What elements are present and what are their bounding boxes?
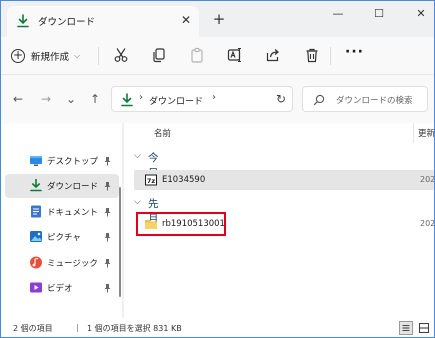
download-icon bbox=[17, 14, 29, 28]
selection-info: 1 個の項目を選択 831 KB bbox=[87, 324, 182, 333]
chevron-down-icon: ⌵ bbox=[74, 51, 81, 60]
minimize-button[interactable]: — bbox=[328, 5, 348, 23]
sidebar-item-label: ミュージック bbox=[47, 259, 98, 269]
navigation-bar: ← → ⌄ ↑ › ダウンロード › ↻ ダウンロードの検索 bbox=[1, 75, 434, 123]
sidebar-item-documents[interactable]: ドキュメント bbox=[5, 200, 119, 224]
video-icon bbox=[30, 282, 42, 293]
sidebar-item-label: ドキュメント bbox=[47, 208, 99, 218]
column-divider[interactable] bbox=[413, 123, 414, 143]
sidebar-item-downloads[interactable]: ダウンロード bbox=[5, 174, 119, 198]
sidebar-item-label: ビデオ bbox=[47, 284, 73, 294]
tab-close-button[interactable]: ✕ bbox=[179, 13, 193, 27]
sidebar-item-videos[interactable]: ビデオ bbox=[5, 276, 119, 300]
file-name: E1034590 bbox=[162, 175, 206, 185]
chevron-down-icon: ⌵ bbox=[134, 197, 141, 207]
address-bar[interactable]: › ダウンロード › ↻ bbox=[111, 86, 293, 112]
title-bar: ダウンロード ✕ + — ☐ ✕ bbox=[1, 1, 434, 37]
download-icon bbox=[30, 179, 42, 192]
navigation-pane: デスクトップ ダウンロード ドキュメント ピクチャ ミュージック ビデオ bbox=[1, 123, 127, 318]
new-button[interactable]: + 新規作成 ⌵ bbox=[11, 45, 80, 67]
sidebar-item-desktop[interactable]: デスクトップ bbox=[5, 149, 119, 173]
download-icon bbox=[121, 93, 133, 107]
rename-icon[interactable] bbox=[227, 47, 243, 63]
breadcrumb-separator[interactable]: › bbox=[212, 92, 216, 103]
command-bar: + 新規作成 ⌵ ··· bbox=[1, 37, 434, 75]
breadcrumb-downloads[interactable]: ダウンロード bbox=[149, 94, 203, 107]
pane-divider[interactable] bbox=[122, 123, 124, 318]
file-explorer-window: ダウンロード ✕ + — ☐ ✕ + 新規作成 ⌵ ··· ← → ⌄ ↑ › … bbox=[0, 0, 435, 338]
music-icon bbox=[30, 256, 42, 269]
pin-icon[interactable] bbox=[103, 283, 112, 293]
pin-icon[interactable] bbox=[103, 156, 112, 166]
sidebar-item-label: ダウンロード bbox=[47, 182, 99, 192]
forward-button[interactable]: → bbox=[39, 91, 53, 107]
file-date: 202 bbox=[420, 219, 435, 228]
pin-icon[interactable] bbox=[103, 207, 112, 217]
breadcrumb-separator[interactable]: › bbox=[139, 92, 143, 103]
highlight-annotation-box bbox=[136, 212, 226, 236]
pin-icon[interactable] bbox=[103, 258, 112, 268]
recent-locations-button[interactable]: ⌄ bbox=[64, 91, 78, 107]
paste-icon[interactable] bbox=[189, 47, 205, 63]
file-row[interactable]: 7z E1034590 202 bbox=[134, 170, 434, 190]
back-button[interactable]: ← bbox=[11, 91, 25, 107]
document-icon bbox=[31, 205, 41, 218]
search-box[interactable]: ダウンロードの検索 bbox=[302, 86, 428, 112]
thumbnail-view-icon[interactable] bbox=[417, 321, 431, 335]
picture-icon bbox=[30, 231, 42, 242]
search-placeholder: ダウンロードの検索 bbox=[336, 96, 413, 106]
sidebar-item-label: デスクトップ bbox=[47, 157, 99, 167]
search-icon bbox=[313, 94, 325, 106]
sidebar-item-label: ピクチャ bbox=[47, 233, 81, 243]
share-icon[interactable] bbox=[265, 47, 281, 63]
more-options-button[interactable]: ··· bbox=[345, 45, 363, 63]
7zip-icon: 7z bbox=[145, 174, 157, 186]
desktop-icon bbox=[30, 156, 42, 166]
column-header-name[interactable]: 名前 bbox=[154, 127, 171, 139]
status-divider: | bbox=[76, 323, 79, 332]
maximize-button[interactable]: ☐ bbox=[369, 5, 389, 23]
details-view-icon[interactable] bbox=[399, 321, 413, 335]
navigation-pane-scrollbar[interactable] bbox=[119, 187, 121, 297]
file-list: 名前 更新 ⌵ 今日 7z E1034590 202 ⌵ 先月 rb1910 bbox=[128, 123, 434, 318]
pin-icon[interactable] bbox=[103, 181, 112, 191]
status-bar: 2 個の項目 | 1 個の項目を選択 831 KB bbox=[1, 318, 434, 337]
file-date: 202 bbox=[420, 175, 435, 184]
chevron-down-icon: ⌵ bbox=[134, 151, 141, 161]
svg-text:7z: 7z bbox=[147, 177, 156, 185]
item-count: 2 個の項目 bbox=[13, 324, 53, 333]
cut-icon[interactable] bbox=[113, 47, 129, 63]
column-header-date[interactable]: 更新 bbox=[418, 127, 434, 139]
copy-icon[interactable] bbox=[151, 47, 167, 63]
sidebar-item-music[interactable]: ミュージック bbox=[5, 251, 119, 275]
sidebar-item-pictures[interactable]: ピクチャ bbox=[5, 225, 119, 249]
new-tab-button[interactable]: + bbox=[211, 11, 227, 27]
pin-icon[interactable] bbox=[103, 232, 112, 242]
delete-icon[interactable] bbox=[304, 47, 320, 63]
tab-label: ダウンロード bbox=[38, 17, 96, 28]
up-button[interactable]: ↑ bbox=[88, 91, 102, 107]
tab-downloads[interactable]: ダウンロード ✕ bbox=[7, 6, 199, 37]
new-button-label: 新規作成 bbox=[31, 52, 70, 63]
close-window-button[interactable]: ✕ bbox=[411, 5, 431, 23]
toolbar-divider bbox=[330, 47, 331, 65]
refresh-button[interactable]: ↻ bbox=[274, 92, 288, 106]
plus-circle-icon: + bbox=[11, 48, 25, 63]
toolbar-divider bbox=[98, 47, 99, 65]
